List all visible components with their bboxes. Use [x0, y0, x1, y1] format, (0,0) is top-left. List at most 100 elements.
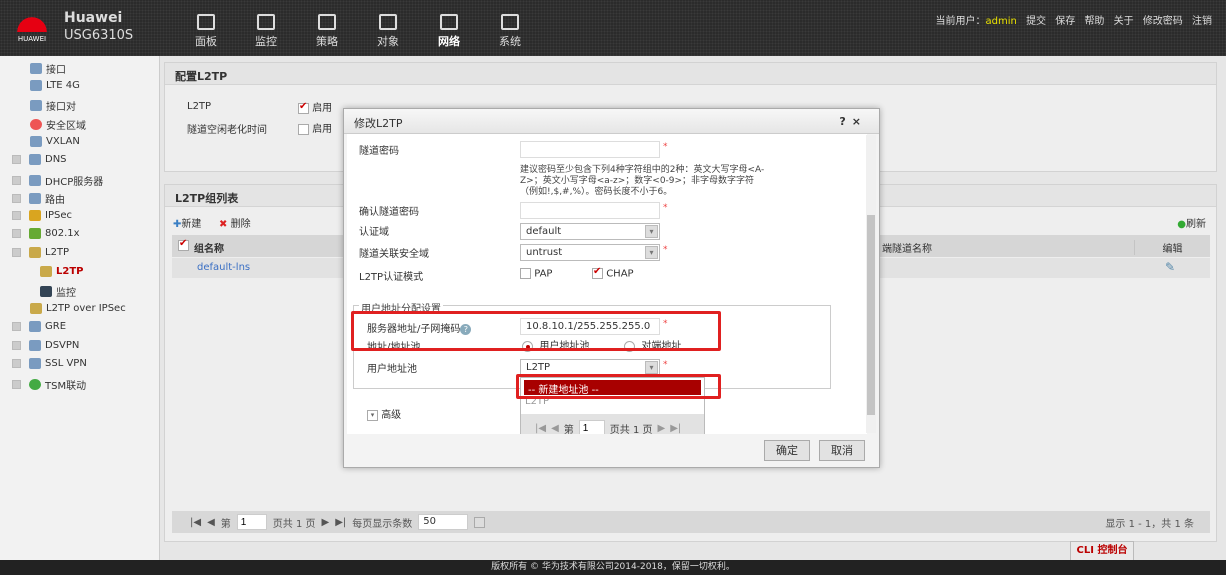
footer: 版权所有 © 华为技术有限公司2014-2018，保留一切权利。 — [0, 560, 1226, 575]
col-group-name[interactable]: 组名称 — [194, 240, 224, 255]
nav-object[interactable]: 对象 — [368, 14, 408, 49]
ipsec-icon — [29, 210, 41, 221]
nav-system[interactable]: 系统 — [490, 14, 530, 49]
delete-button[interactable]: ✖ 删除 — [219, 215, 251, 230]
col-edit: 编辑 — [1134, 240, 1210, 255]
sidebar-item-interface-pair[interactable]: 接口对 — [30, 98, 76, 113]
collapse-icon[interactable] — [12, 248, 21, 257]
sidebar-item-interface[interactable]: 接口 — [30, 61, 66, 76]
idle-timeout-label: 隧道空闲老化时间 — [187, 125, 267, 136]
sidebar-item-gre[interactable]: GRE — [12, 321, 66, 332]
ok-button[interactable]: 确定 — [764, 440, 810, 461]
chap-checkbox[interactable]: CHAP — [592, 266, 634, 280]
nav-monitor[interactable]: 监控 — [246, 14, 286, 49]
first-page-icon[interactable]: |◀ — [535, 423, 546, 434]
pager-summary: 显示 1 - 1，共 1 条 — [1105, 518, 1194, 530]
sidebar-item-route[interactable]: 路由 — [12, 191, 65, 206]
checkbox[interactable] — [178, 238, 189, 251]
help-button[interactable]: ? — [839, 115, 851, 128]
col-peer-tunnel-name[interactable]: 端隧道名称 — [882, 240, 932, 255]
sidebar-item-sslvpn[interactable]: SSL VPN — [12, 358, 87, 369]
cli-console-button[interactable]: CLI 控制台 — [1070, 541, 1134, 560]
chevron-down-icon[interactable] — [474, 516, 486, 528]
about-link[interactable]: 关于 — [1114, 16, 1134, 27]
select-all-checkbox[interactable] — [178, 238, 189, 252]
sidebar-item-ipsec[interactable]: IPSec — [12, 210, 72, 221]
checkbox[interactable] — [520, 268, 531, 279]
zone-select[interactable]: untrust ▾ — [520, 244, 660, 261]
next-page-icon[interactable]: ▶ — [322, 517, 330, 528]
save-link[interactable]: 保存 — [1055, 16, 1075, 27]
expand-icon[interactable] — [12, 359, 21, 368]
sidebar-item-lte[interactable]: LTE 4G — [30, 80, 80, 91]
idle-timeout-checkbox[interactable]: 启用 — [298, 120, 332, 135]
last-page-icon[interactable]: ▶| — [670, 423, 681, 434]
sidebar-item-l2tp[interactable]: L2TP — [40, 266, 83, 277]
nav-network[interactable]: 网络 — [429, 14, 469, 49]
help-link[interactable]: 帮助 — [1084, 16, 1104, 27]
submit-link[interactable]: 提交 — [1026, 16, 1046, 27]
sidebar-item-l2tp-group[interactable]: L2TP — [12, 247, 69, 258]
scrollbar-thumb[interactable] — [867, 215, 875, 415]
l2tp-enable-checkbox[interactable]: 启用 — [298, 99, 332, 114]
expand-icon[interactable]: ▾ — [367, 409, 378, 421]
pap-checkbox[interactable]: PAP — [520, 268, 552, 280]
l2tp-icon — [40, 266, 52, 277]
nav-policy[interactable]: 策略 — [307, 14, 347, 49]
config-title: 配置L2TP — [165, 63, 1216, 85]
sidebar-item-zone[interactable]: 安全区域 — [30, 117, 86, 132]
confirm-password-label: 确认隧道密码 — [359, 207, 419, 218]
sidebar-item-dsvpn[interactable]: DSVPN — [12, 340, 79, 351]
checkbox[interactable] — [298, 101, 309, 114]
expand-icon[interactable] — [12, 194, 21, 203]
expand-icon[interactable] — [12, 155, 21, 164]
refresh-button[interactable]: ●刷新 — [1177, 215, 1206, 230]
last-page-icon[interactable]: ▶| — [335, 517, 346, 528]
sidebar-item-8021x[interactable]: 802.1x — [12, 228, 80, 239]
next-page-icon[interactable]: ▶ — [658, 423, 666, 434]
per-page-select[interactable]: 50 — [418, 514, 469, 530]
expand-icon[interactable] — [12, 341, 21, 350]
sidebar-item-dhcp[interactable]: DHCP服务器 — [12, 173, 103, 188]
sidebar-item-tsm[interactable]: TSM联动 — [12, 377, 86, 392]
logout-link[interactable]: 注销 — [1192, 16, 1212, 27]
expand-icon[interactable] — [12, 229, 21, 238]
required-star: * — [663, 245, 668, 255]
list-pager: |◀◀ 第 页共 1 页 ▶▶| 每页显示条数 50 显示 1 - 1，共 1 … — [172, 511, 1210, 533]
expand-icon[interactable] — [12, 176, 21, 185]
gre-icon — [29, 321, 41, 332]
chevron-down-icon[interactable]: ▾ — [645, 246, 658, 259]
sidebar-item-l2tp-monitor[interactable]: 监控 — [40, 284, 76, 299]
dialog-scrollbar[interactable] — [866, 135, 876, 433]
prev-page-icon[interactable]: ◀ — [207, 517, 215, 528]
expand-icon[interactable] — [12, 211, 21, 220]
first-page-icon[interactable]: |◀ — [190, 517, 201, 528]
nav-dashboard[interactable]: 面板 — [186, 14, 226, 49]
confirm-password-input[interactable] — [520, 202, 660, 219]
prev-page-icon[interactable]: ◀ — [551, 423, 559, 434]
sidebar-item-dns[interactable]: DNS — [12, 154, 67, 165]
auth-domain-select[interactable]: default ▾ — [520, 223, 660, 240]
8021x-icon — [29, 228, 41, 239]
expand-icon[interactable] — [12, 380, 21, 389]
checkbox[interactable] — [592, 266, 603, 279]
close-button[interactable]: × — [852, 115, 867, 128]
brand: Huawei USG6310S — [64, 10, 134, 43]
change-password-link[interactable]: 修改密码 — [1143, 16, 1183, 27]
l2tp-icon — [29, 247, 41, 258]
l2tp-label: L2TP — [187, 101, 212, 112]
chevron-down-icon[interactable]: ▾ — [645, 361, 658, 374]
expand-icon[interactable] — [12, 322, 21, 331]
sidebar-item-l2tp-over-ipsec[interactable]: L2TP over IPSec — [30, 303, 126, 314]
advanced-toggle[interactable]: ▾ 高级 — [367, 406, 401, 421]
new-button[interactable]: ✚新建 — [173, 215, 201, 230]
cancel-button[interactable]: 取消 — [819, 440, 865, 461]
page-input[interactable] — [236, 514, 267, 530]
group-name-link[interactable]: default-lns — [197, 262, 250, 273]
tunnel-password-input[interactable] — [520, 141, 660, 158]
dropdown-page-input[interactable] — [578, 420, 605, 434]
sidebar-item-vxlan[interactable]: VXLAN — [30, 136, 80, 147]
checkbox[interactable] — [298, 123, 309, 135]
chevron-down-icon[interactable]: ▾ — [645, 225, 658, 238]
edit-icon[interactable]: ✎ — [1165, 260, 1175, 274]
